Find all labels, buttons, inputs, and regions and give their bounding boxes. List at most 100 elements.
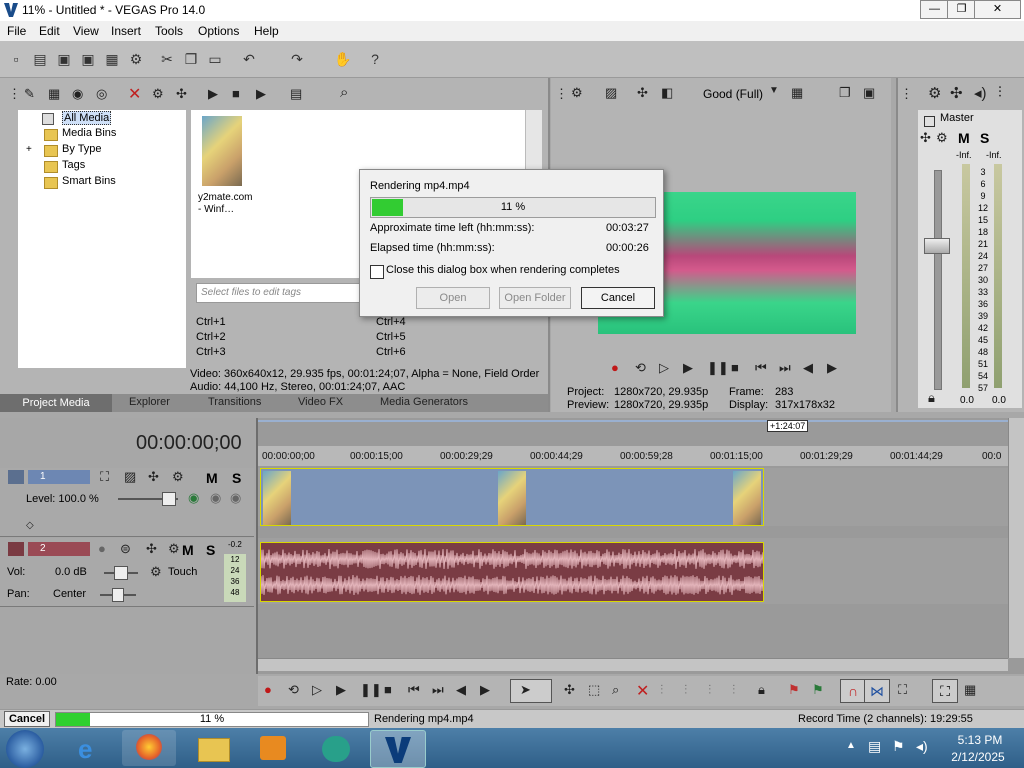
split-screen-icon[interactable]: ▨ <box>605 85 617 101</box>
copy-icon[interactable]: ❐ <box>182 50 200 68</box>
snap-icon[interactable]: ∩ <box>840 679 866 703</box>
video-mute-button[interactable]: M <box>206 470 218 486</box>
app-green-icon[interactable] <box>310 730 364 766</box>
tag-input[interactable]: Select files to edit tags <box>196 283 365 303</box>
trim-start-icon[interactable]: ⫶ <box>684 682 687 698</box>
tree-item-by-type[interactable]: By Type <box>62 143 102 155</box>
minimize-button[interactable]: — <box>920 0 949 19</box>
save-as-icon[interactable]: ▣ <box>79 50 97 68</box>
gear-icon[interactable]: ⚙ <box>571 85 583 101</box>
play-icon[interactable]: ▶ <box>208 86 218 102</box>
tree-item-media-bins[interactable]: Media Bins <box>62 127 116 139</box>
video-solo-button[interactable]: S <box>232 470 241 486</box>
master-checkbox[interactable] <box>924 116 935 127</box>
stop-icon[interactable]: ■ <box>232 86 240 101</box>
expand-keyframes-icon[interactable]: ◇ <box>26 520 34 531</box>
clock-date[interactable]: 2/12/2025 <box>946 750 1010 764</box>
media-player-icon[interactable] <box>246 730 300 766</box>
import-media-icon[interactable]: ✎ <box>24 86 35 102</box>
play-icon[interactable]: ▶ <box>336 682 346 698</box>
go-to-start-icon[interactable]: ⏮ <box>408 682 420 698</box>
properties-icon[interactable]: ⚙ <box>152 86 164 102</box>
composite-child-icon[interactable]: ◉ <box>188 490 199 506</box>
internet-explorer-icon[interactable]: e <box>64 730 118 766</box>
track-expand-icon[interactable] <box>8 470 24 484</box>
menu-tools[interactable]: Tools <box>155 24 183 38</box>
loop-icon[interactable]: ⟲ <box>288 682 299 698</box>
menu-help[interactable]: Help <box>254 24 279 38</box>
play-from-start-icon[interactable]: ▷ <box>312 682 322 698</box>
compositing-mode-icon[interactable]: ⛶ <box>100 469 109 485</box>
auto-preview-icon[interactable]: ▶ <box>256 86 266 102</box>
video-fx-icon[interactable]: ◧ <box>661 85 673 101</box>
firefox-icon[interactable] <box>122 730 176 766</box>
pause-icon[interactable]: ❚❚ <box>707 360 729 376</box>
vol-handle[interactable] <box>114 566 128 580</box>
tray-speaker-icon[interactable]: ◂) <box>916 738 928 755</box>
prev-frame-icon[interactable]: ◀ <box>803 360 813 376</box>
play-from-start-icon[interactable]: ▷ <box>659 360 669 376</box>
external-monitor-icon[interactable]: ✣ <box>637 85 648 101</box>
undo-icon[interactable]: ↶ <box>240 50 258 68</box>
tree-item-smart-bins[interactable]: Smart Bins <box>62 175 116 187</box>
invert-phase-icon[interactable]: ⊜ <box>120 541 131 557</box>
media-file-item[interactable]: y2mate.com - Winf… <box>198 114 252 218</box>
master-solo-button[interactable]: S <box>980 130 989 146</box>
gear-icon[interactable]: ⚙ <box>150 564 162 580</box>
capture-icon[interactable]: ▦ <box>48 86 60 102</box>
loop-icon[interactable]: ⟲ <box>635 360 646 376</box>
selection-tool-icon[interactable]: ⬚ <box>588 682 600 698</box>
audio-mute-button[interactable]: M <box>182 542 194 558</box>
automation-mode-select[interactable]: Touch <box>168 566 197 578</box>
stop-icon[interactable]: ■ <box>731 360 739 375</box>
tree-expander[interactable]: + <box>26 144 32 155</box>
ignore-grouping-icon[interactable]: ▦ <box>964 682 976 698</box>
auto-crossfade-icon[interactable]: ⋈ <box>864 679 890 703</box>
go-to-start-icon[interactable]: ⏮ <box>755 360 767 376</box>
open-icon[interactable]: ▤ <box>31 50 49 68</box>
stop-icon[interactable]: ■ <box>384 682 392 697</box>
menu-insert[interactable]: Insert <box>111 24 141 38</box>
help-icon[interactable]: ? <box>366 50 384 68</box>
trim-end-icon[interactable]: ⫶ <box>708 682 711 698</box>
save-icon[interactable]: ▣ <box>55 50 73 68</box>
vegas-taskbar-icon[interactable] <box>370 730 426 768</box>
fx-icon[interactable]: ✣ <box>950 84 963 102</box>
copy-snapshot-icon[interactable]: ❐ <box>839 85 851 101</box>
lock-icon[interactable]: 🔒︎ <box>758 682 765 698</box>
ripple-edit-icon[interactable]: ⛶ <box>898 682 907 698</box>
hand-icon[interactable]: ✋ <box>334 50 352 68</box>
pause-icon[interactable]: ❚❚ <box>360 682 382 698</box>
close-button[interactable]: ✕ <box>974 0 1021 19</box>
record-icon[interactable]: ● <box>264 682 272 697</box>
tab-video-fx[interactable]: Video FX <box>298 396 343 408</box>
delete-icon[interactable]: ✕ <box>636 681 649 701</box>
envelope-tool-icon[interactable]: ✣ <box>564 682 575 698</box>
open-folder-button[interactable]: Open Folder <box>499 287 571 309</box>
record-icon[interactable]: ● <box>611 360 619 375</box>
audio-event[interactable] <box>260 542 764 602</box>
file-explorer-icon[interactable] <box>186 730 240 766</box>
close-when-complete-checkbox[interactable] <box>370 265 384 279</box>
restore-button[interactable]: ❐ <box>947 0 976 19</box>
video-event[interactable] <box>260 468 764 526</box>
paste-icon[interactable]: ▭ <box>206 50 224 68</box>
preview-quality-select[interactable]: Good (Full) <box>703 87 763 101</box>
start-button-icon[interactable] <box>6 730 44 768</box>
media-fx-icon[interactable]: ✣ <box>176 86 187 102</box>
remove-icon[interactable]: ✕ <box>128 84 141 104</box>
track-fx-icon[interactable]: ✣ <box>148 469 159 485</box>
prev-frame-icon[interactable]: ◀ <box>456 682 466 698</box>
region-icon[interactable]: ⚑ <box>812 682 824 698</box>
timeline-horizontal-scrollbar[interactable] <box>258 658 1008 671</box>
gear-icon[interactable]: ⚙ <box>172 469 184 485</box>
chevron-down-icon[interactable]: ▼ <box>769 85 779 96</box>
marker-icon[interactable]: ⚑ <box>788 682 800 698</box>
time-ruler[interactable]: 00:00:00;00 00:00:15;00 00:00:29;29 00:0… <box>258 446 1008 466</box>
tray-network-icon[interactable]: ▤ <box>868 738 881 755</box>
redo-icon[interactable]: ↷ <box>288 50 306 68</box>
lock-icon[interactable]: 🔒︎ <box>928 390 935 406</box>
tree-item-all-media[interactable]: All Media <box>62 111 112 125</box>
web-icon[interactable]: ◎ <box>96 86 107 102</box>
tab-explorer[interactable]: Explorer <box>129 396 170 408</box>
